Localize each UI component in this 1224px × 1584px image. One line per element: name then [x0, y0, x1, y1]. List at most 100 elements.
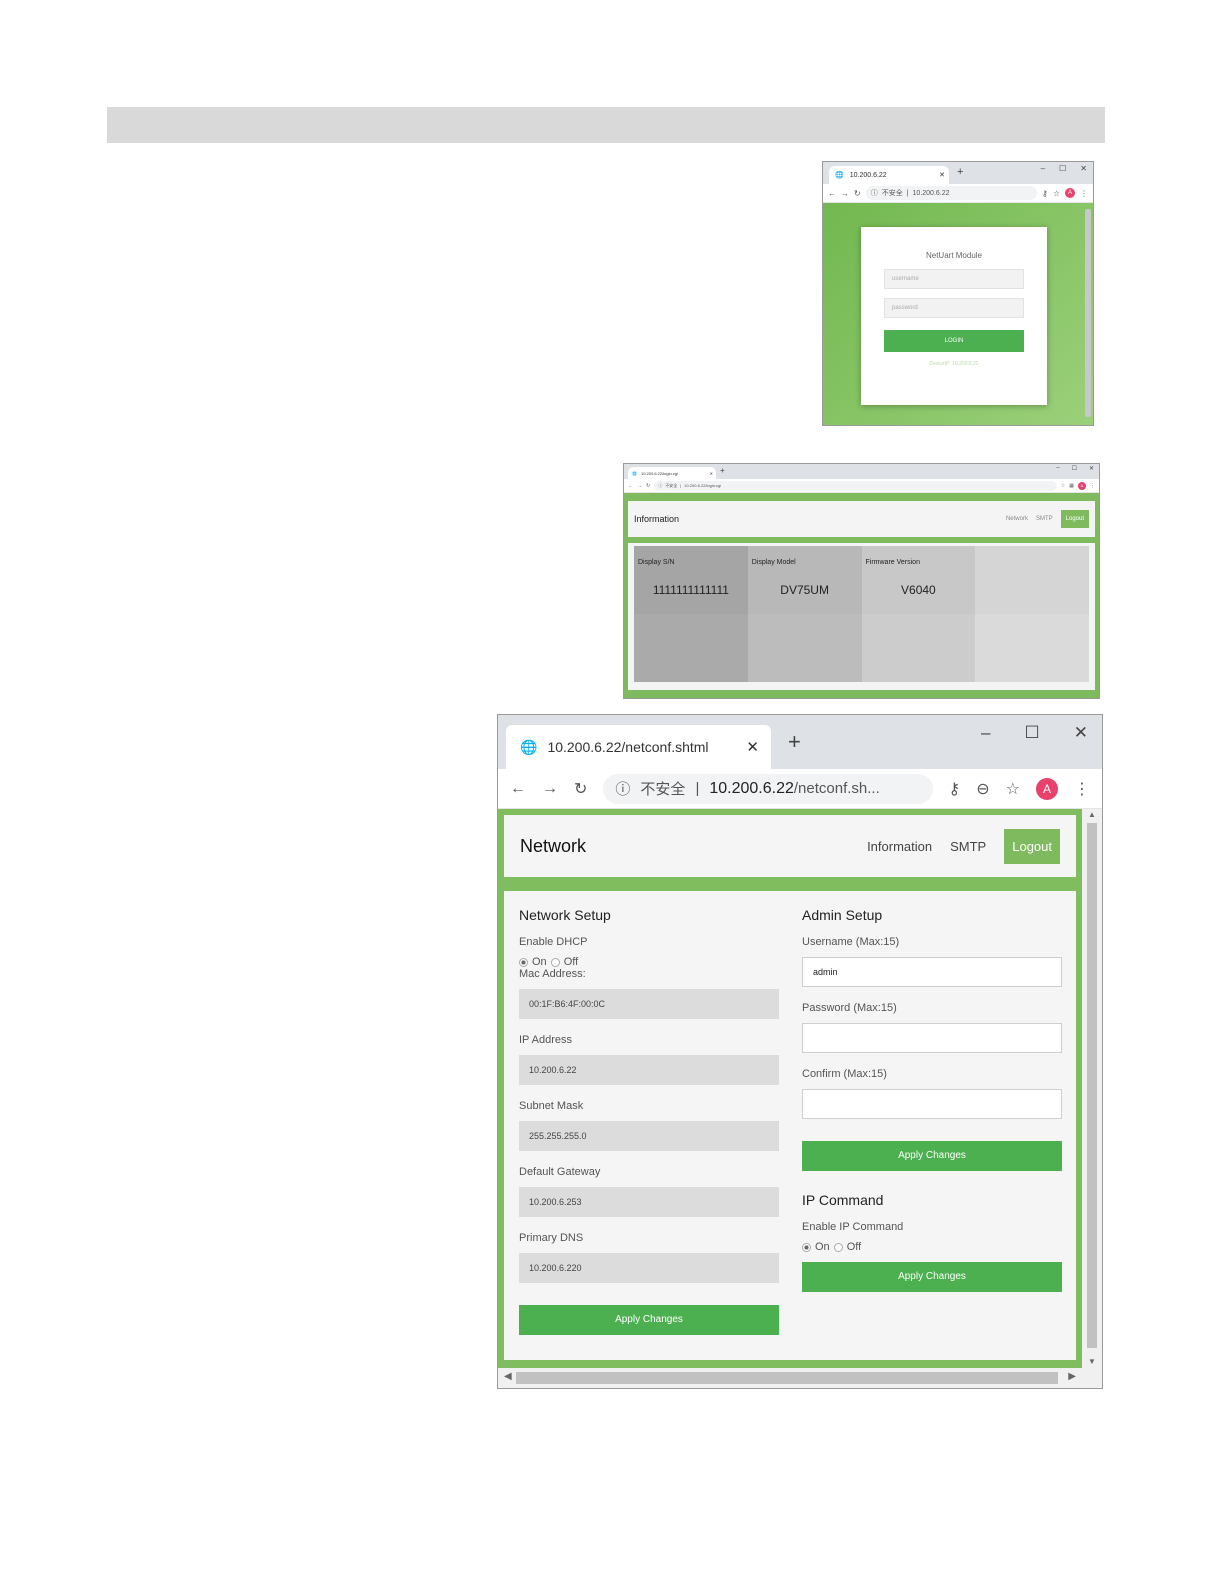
info-grid: Display S/N 1111111111111 Display Model DV7… [634, 546, 1089, 682]
url-text: 10.200.6.22/login.cgi [684, 483, 722, 488]
tab-title: 10.200.6.22/login.cgi [640, 470, 678, 476]
avatar[interactable]: A [1065, 188, 1075, 198]
logout-button[interactable]: Logout [1004, 828, 1060, 864]
ip-command-label: Enable IP Command [802, 1221, 904, 1233]
window-controls: – ☐ ✕ [981, 723, 1088, 743]
dhcp-radio-group: On Off [519, 956, 779, 968]
forward-icon[interactable]: → [542, 780, 558, 798]
menu-icon[interactable]: ⋮ [1074, 779, 1090, 799]
new-tab-icon[interactable]: + [788, 729, 801, 755]
forward-icon[interactable]: → [637, 483, 642, 489]
reload-icon[interactable]: ↻ [646, 483, 650, 489]
info-icon: ⓘ [615, 781, 631, 798]
new-tab-icon[interactable]: + [720, 466, 725, 475]
menu-icon[interactable]: ⋮ [1090, 483, 1095, 489]
login-button[interactable]: LOGIN [884, 330, 1024, 352]
username-input[interactable]: admin [802, 957, 1062, 987]
ip-command-apply-button[interactable]: Apply Changes [802, 1262, 1062, 1292]
network-apply-button[interactable]: Apply Changes [519, 1305, 779, 1335]
ip-label: IP Address [519, 1034, 572, 1046]
browser-tab[interactable]: 🌐 10.200.6.22/login.cgi ✕ [628, 467, 716, 479]
extensions-icon[interactable]: ▦ [1069, 483, 1074, 489]
password-input[interactable] [802, 1023, 1062, 1053]
reload-icon[interactable]: ↻ [574, 779, 587, 799]
close-tab-icon[interactable]: ✕ [939, 171, 945, 179]
omnibox[interactable]: ⓘ 不安全 | 10.200.6.22 [865, 186, 1037, 200]
address-bar: ← → ↻ ⓘ 不安全 | 10.200.6.22/netconf.sh... … [498, 769, 1102, 809]
network-screenshot: 🌐 10.200.6.22/netconf.shtml ✕ + – ☐ ✕ ← … [497, 714, 1103, 1389]
star-icon[interactable]: ☆ [1061, 483, 1065, 489]
key-icon[interactable]: ⚷ [1042, 189, 1048, 198]
vertical-scrollbar[interactable] [1085, 209, 1091, 417]
ip-command-on-radio[interactable] [802, 1242, 811, 1252]
settings-panel: Network Setup Enable DHCP On Off Mac Add… [504, 891, 1076, 1360]
star-icon[interactable]: ☆ [1053, 189, 1060, 198]
close-window-icon[interactable]: ✕ [1074, 723, 1088, 743]
browser-tab-bar: 🌐 10.200.6.22 ✕ + – ☐ ✕ [823, 162, 1093, 184]
horizontal-scrollbar[interactable]: ◀ ▶ [498, 1368, 1102, 1388]
nav-link-information[interactable]: Information [867, 839, 932, 854]
scroll-up-icon[interactable]: ▲ [1082, 810, 1102, 819]
info-panel: Display S/N 1111111111111 Display Model DV7… [628, 543, 1095, 690]
maximize-icon[interactable]: ☐ [1072, 465, 1077, 472]
info-cell [634, 614, 748, 682]
nav-link-smtp[interactable]: SMTP [1036, 516, 1053, 522]
minimize-icon[interactable]: – [1056, 465, 1059, 472]
menu-icon[interactable]: ⋮ [1080, 189, 1088, 198]
info-cell-label: Display S/N [638, 559, 675, 566]
forward-icon[interactable]: → [841, 189, 849, 198]
logout-button[interactable]: Logout [1060, 510, 1089, 528]
close-tab-icon[interactable]: ✕ [710, 471, 713, 476]
browser-tab[interactable]: 🌐 10.200.6.22 ✕ [829, 166, 949, 184]
omnibox[interactable]: ⓘ 不安全 | 10.200.6.22/netconf.sh... [603, 773, 933, 804]
info-cell-value: 1111111111111 [652, 583, 729, 597]
close-tab-icon[interactable]: ✕ [746, 738, 759, 756]
close-window-icon[interactable]: ✕ [1080, 164, 1087, 173]
url-separator: | [680, 483, 682, 488]
minimize-icon[interactable]: – [981, 723, 990, 743]
avatar[interactable]: A [1078, 481, 1086, 490]
maximize-icon[interactable]: ☐ [1059, 164, 1066, 173]
scroll-left-icon[interactable]: ◀ [504, 1371, 512, 1382]
page-content: Information Network SMTP Logout Display … [624, 493, 1099, 698]
close-window-icon[interactable]: ✕ [1089, 465, 1094, 472]
ip-command-radio-group: On Off [802, 1241, 1062, 1253]
maximize-icon[interactable]: ☐ [1025, 723, 1040, 743]
nav-link-network[interactable]: Network [1006, 516, 1028, 522]
minimize-icon[interactable]: – [1041, 164, 1045, 173]
star-icon[interactable]: ☆ [1006, 779, 1020, 799]
login-card: NetUart Module username password LOGIN D… [861, 227, 1047, 405]
back-icon[interactable]: ← [510, 780, 526, 798]
info-cell [747, 614, 862, 682]
browser-tab[interactable]: 🌐 10.200.6.22/netconf.shtml ✕ [506, 725, 771, 769]
admin-apply-button[interactable]: Apply Changes [802, 1141, 1062, 1171]
info-cell-value: DV75UM [780, 583, 829, 597]
dhcp-on-radio[interactable] [519, 957, 528, 967]
ip-command-off-radio[interactable] [833, 1242, 843, 1252]
globe-icon: 🌐 [835, 172, 844, 179]
new-tab-icon[interactable]: + [957, 166, 963, 178]
omnibox[interactable]: ⓘ 不安全 | 10.200.6.22/login.cgi [654, 480, 1057, 491]
top-nav: Information Network SMTP Logout [628, 501, 1095, 537]
username-input[interactable]: username [884, 269, 1024, 289]
page-content: Network Information SMTP Logout Network … [498, 809, 1082, 1368]
confirm-input[interactable] [802, 1089, 1062, 1119]
dhcp-off-radio[interactable] [550, 957, 560, 967]
zoom-icon[interactable]: ⊖ [976, 779, 989, 799]
back-icon[interactable]: ← [628, 483, 633, 489]
key-icon[interactable]: ⚷ [949, 779, 961, 799]
back-icon[interactable]: ← [828, 189, 836, 198]
page-title: Information [634, 514, 680, 524]
confirm-label: Confirm (Max:15) [802, 1068, 887, 1080]
reload-icon[interactable]: ↻ [854, 189, 861, 198]
password-input[interactable]: password [884, 298, 1024, 318]
avatar[interactable]: A [1036, 777, 1058, 800]
nav-link-smtp[interactable]: SMTP [950, 839, 986, 854]
info-cell-label: Firmware Version [865, 559, 920, 566]
vertical-scrollbar[interactable]: ▲ ▼ [1082, 809, 1102, 1368]
info-cell [975, 546, 1089, 614]
scroll-down-icon[interactable]: ▼ [1082, 1357, 1102, 1366]
horizontal-scroll-thumb[interactable] [516, 1372, 1058, 1384]
scroll-right-icon[interactable]: ▶ [1068, 1371, 1076, 1382]
vertical-scroll-thumb[interactable] [1087, 823, 1097, 1348]
